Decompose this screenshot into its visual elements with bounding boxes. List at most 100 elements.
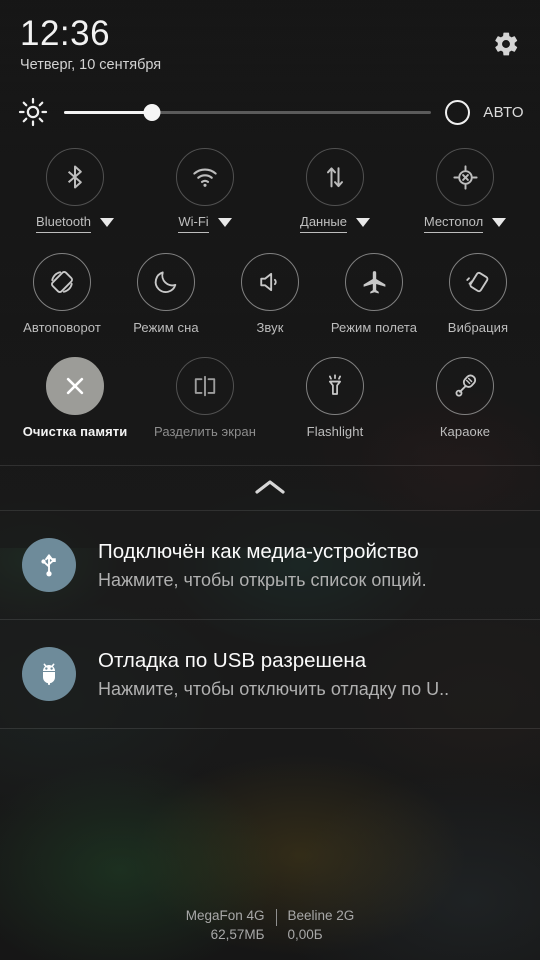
quick-tiles-row-3: Очистка памяти Разделить экран Flashligh… (0, 357, 540, 439)
auto-rotate-icon (51, 271, 73, 293)
microphone-icon (455, 374, 476, 397)
tile-wifi-label: Wi-Fi (178, 214, 209, 233)
collapse-handle[interactable] (0, 466, 540, 510)
tile-bluetooth-label-row[interactable]: Bluetooth (23, 214, 127, 233)
tile-location[interactable]: Местопол (413, 148, 517, 233)
tile-airplane-mode-label: Режим полета (330, 320, 418, 335)
notification-subtitle: Нажмите, чтобы отключить отладку по U.. (98, 678, 450, 699)
sun-icon (18, 97, 48, 127)
notification-subtitle: Нажмите, чтобы открыть список опций. (98, 569, 427, 590)
tile-mobile-data-label: Данные (300, 214, 347, 233)
quick-tiles-row-2: Автоповорот Режим сна Звук Режим полета … (0, 253, 540, 335)
tile-bluetooth[interactable]: Bluetooth (23, 148, 127, 233)
tile-bluetooth-circle[interactable] (46, 148, 104, 206)
tile-sound-label: Звук (256, 320, 284, 335)
quick-tiles-row-1: Bluetooth Wi-Fi Данные Местопол (0, 148, 540, 233)
notification-list-bottom-divider (0, 728, 540, 729)
tile-auto-rotate-label: Автоповорот (23, 320, 101, 335)
sim1-info: MegaFon 4G 62,57МБ (186, 906, 265, 944)
tile-sleep-mode-circle[interactable] (137, 253, 195, 311)
android-debug-icon (43, 663, 55, 685)
notification-usb-media[interactable]: Подключён как медиа-устройство Нажмите, … (0, 511, 540, 619)
gear-icon (495, 32, 518, 56)
tile-sleep-mode[interactable]: Режим сна (114, 253, 218, 335)
tile-auto-rotate-circle[interactable] (33, 253, 91, 311)
tile-flashlight[interactable]: Flashlight (283, 357, 387, 439)
tile-flashlight-circle[interactable] (306, 357, 364, 415)
tile-mobile-data-circle[interactable] (306, 148, 364, 206)
close-x-icon (66, 377, 84, 395)
tile-mobile-data[interactable]: Данные (283, 148, 387, 233)
chevron-down-icon[interactable] (492, 218, 507, 227)
tile-location-label-row[interactable]: Местопол (413, 214, 517, 233)
tile-split-screen-label: Разделить экран (153, 424, 257, 439)
notification-icon-wrapper (22, 647, 76, 701)
tile-vibration-label: Вибрация (447, 320, 509, 335)
sim1-usage: 62,57МБ (210, 927, 265, 942)
wifi-icon (193, 168, 217, 187)
tile-karaoke-circle[interactable] (436, 357, 494, 415)
usb-icon (41, 554, 56, 577)
chevron-down-icon[interactable] (217, 218, 232, 227)
tile-vibration[interactable]: Вибрация (426, 253, 530, 335)
tile-sound[interactable]: Звук (218, 253, 322, 335)
tile-mobile-data-label-row[interactable]: Данные (283, 214, 387, 233)
tile-location-label: Местопол (423, 214, 484, 233)
date-label: Четверг, 10 сентября (20, 57, 162, 73)
slider-thumb[interactable] (143, 103, 161, 121)
brightness-slider[interactable] (64, 97, 432, 127)
tile-wifi-label-row[interactable]: Wi-Fi (153, 214, 257, 233)
moon-icon (154, 271, 177, 293)
vibration-icon (466, 271, 489, 293)
speaker-icon (260, 272, 277, 292)
clock: 12:36 (20, 14, 111, 53)
tile-sleep-mode-label: Режим сна (133, 320, 199, 335)
split-screen-icon (194, 375, 216, 397)
tile-flashlight-label: Flashlight (306, 424, 364, 439)
tile-clear-memory-circle[interactable] (46, 357, 104, 415)
airplane-icon (363, 270, 385, 293)
tile-vibration-circle[interactable] (449, 253, 507, 311)
sim2-carrier: Beeline 2G (287, 908, 355, 923)
auto-brightness-label: АВТО (483, 103, 524, 121)
notification-icon-wrapper (22, 538, 76, 592)
bluetooth-icon (67, 165, 82, 189)
slider-fill (64, 110, 153, 114)
mobile-data-icon (327, 167, 343, 188)
tile-split-screen[interactable]: Разделить экран (153, 357, 257, 439)
tile-split-screen-circle[interactable] (176, 357, 234, 415)
quick-settings-screen: 12:36 Четверг, 10 сентября АВТО Bluetoot… (0, 0, 540, 960)
tile-clear-memory[interactable]: Очистка памяти (23, 357, 127, 439)
tile-clear-memory-label: Очистка памяти (22, 424, 128, 439)
status-header: 12:36 Четверг, 10 сентября (0, 0, 540, 74)
auto-brightness-toggle[interactable] (445, 99, 471, 125)
chevron-down-icon[interactable] (99, 218, 114, 227)
sim1-carrier: MegaFon 4G (185, 908, 265, 923)
tile-wifi[interactable]: Wi-Fi (153, 148, 257, 233)
settings-button[interactable] (486, 24, 526, 64)
tile-karaoke[interactable]: Караоке (413, 357, 517, 439)
sim2-usage: 0,00Б (287, 927, 323, 942)
location-off-icon (452, 164, 478, 190)
tile-karaoke-label: Караоке (439, 424, 491, 439)
sim-divider (275, 909, 277, 926)
tile-airplane-mode[interactable]: Режим полета (322, 253, 426, 335)
tile-airplane-mode-circle[interactable] (345, 253, 403, 311)
tile-auto-rotate[interactable]: Автоповорот (10, 253, 114, 335)
carrier-footer: MegaFon 4G 62,57МБ Beeline 2G 0,00Б (0, 906, 540, 944)
tile-bluetooth-label: Bluetooth (36, 214, 91, 233)
flashlight-icon (328, 374, 342, 395)
handle-wrapper (0, 465, 540, 511)
sim2-info: Beeline 2G 0,00Б (288, 906, 355, 944)
notification-title: Отладка по USB разрешена (98, 648, 367, 672)
notification-title: Подключён как медиа-устройство (98, 539, 419, 563)
tile-sound-circle[interactable] (241, 253, 299, 311)
brightness-row: АВТО (0, 88, 540, 136)
chevron-down-icon[interactable] (355, 218, 370, 227)
tile-location-circle[interactable] (436, 148, 494, 206)
notification-text: Подключён как медиа-устройство Нажмите, … (98, 539, 427, 592)
notification-text: Отладка по USB разрешена Нажмите, чтобы … (98, 648, 449, 701)
notification-usb-debug[interactable]: Отладка по USB разрешена Нажмите, чтобы … (0, 620, 540, 728)
tile-wifi-circle[interactable] (176, 148, 234, 206)
chevron-up-icon (255, 480, 285, 494)
